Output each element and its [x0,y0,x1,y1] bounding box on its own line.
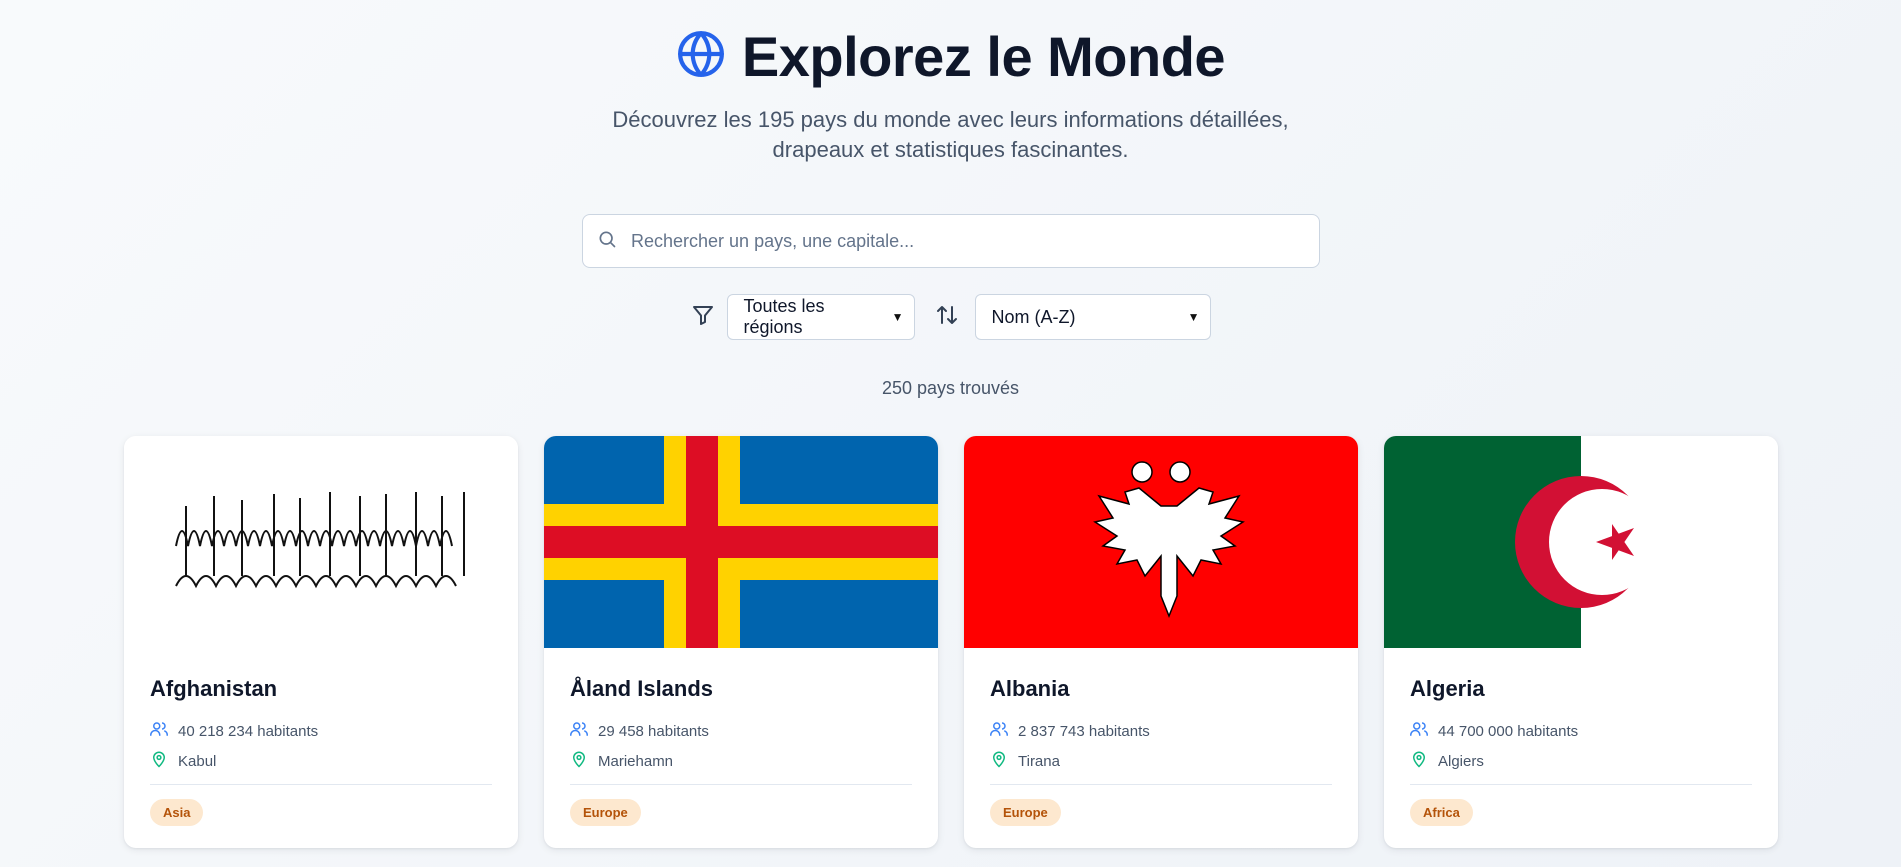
region-badge: Europe [990,799,1061,826]
country-card[interactable]: Algeria 44 700 000 habitants Algiers Afr… [1384,436,1778,848]
country-card[interactable]: Albania 2 837 743 habitants Tirana Europ… [964,436,1358,848]
capital-row: Tirana [990,746,1332,776]
population-row: 2 837 743 habitants [990,716,1332,746]
flag-algeria [1384,436,1778,648]
population-value: 29 458 habitants [598,722,709,740]
map-pin-icon [990,750,1008,772]
country-card[interactable]: Åland Islands 29 458 habitants Mariehamn… [544,436,938,848]
map-pin-icon [1410,750,1428,772]
divider [1410,784,1752,785]
population-value: 2 837 743 habitants [1018,722,1150,740]
users-icon [990,720,1008,742]
page-title: Explorez le Monde [741,25,1226,88]
title-row: Explorez le Monde [0,24,1901,89]
page-header: Explorez le Monde Découvrez les 195 pays… [0,24,1901,165]
globe-icon [676,29,726,84]
filter-bar: Toutes les régions ▼ Nom (A-Z) ▼ [0,294,1901,340]
country-card[interactable]: Afghanistan 40 218 234 habitants Kabul A… [124,436,518,848]
page-subtitle: Découvrez les 195 pays du monde avec leu… [612,107,1289,162]
flag-afghanistan [124,436,518,648]
population-value: 40 218 234 habitants [178,722,319,740]
region-badge: Asia [150,799,204,826]
country-name: Afghanistan [150,676,278,701]
search-icon [583,229,617,254]
population-row: 40 218 234 habitants [150,716,492,746]
capital-row: Algiers [1410,746,1752,776]
users-icon [150,720,168,742]
country-name: Albania [990,676,1070,701]
population-row: 44 700 000 habitants [1410,716,1752,746]
capital-row: Mariehamn [570,746,912,776]
filter-icon [691,303,715,332]
capital-value: Mariehamn [598,752,674,770]
sort-select[interactable]: Nom (A-Z) ▼ [974,294,1211,340]
users-icon [570,720,588,742]
region-badge: Africa [1410,799,1473,826]
search-box[interactable] [582,214,1320,268]
divider [990,784,1332,785]
map-pin-icon [150,750,168,772]
capital-value: Algiers [1438,752,1484,770]
population-row: 29 458 habitants [570,716,912,746]
chevron-down-icon: ▼ [1187,310,1200,324]
country-name: Algeria [1410,676,1485,701]
chevron-down-icon: ▼ [891,310,904,324]
divider [150,784,492,785]
country-grid: Afghanistan 40 218 234 habitants Kabul A… [124,436,1778,848]
region-select-value: Toutes les régions [743,296,825,337]
flag-albania [964,436,1358,648]
country-name: Åland Islands [570,676,714,701]
sort-select-value: Nom (A-Z) [991,306,1076,327]
divider [570,784,912,785]
region-select[interactable]: Toutes les régions ▼ [726,294,915,340]
map-pin-icon [570,750,588,772]
users-icon [1410,720,1428,742]
capital-value: Kabul [178,752,217,770]
sort-icon [935,303,959,332]
flag-aland-islands [544,436,938,648]
capital-value: Tirana [1018,752,1060,770]
capital-row: Kabul [150,746,492,776]
search-input[interactable] [629,229,1293,253]
results-count: 250 pays trouvés [881,378,1020,398]
population-value: 44 700 000 habitants [1438,722,1579,740]
region-badge: Europe [570,799,641,826]
